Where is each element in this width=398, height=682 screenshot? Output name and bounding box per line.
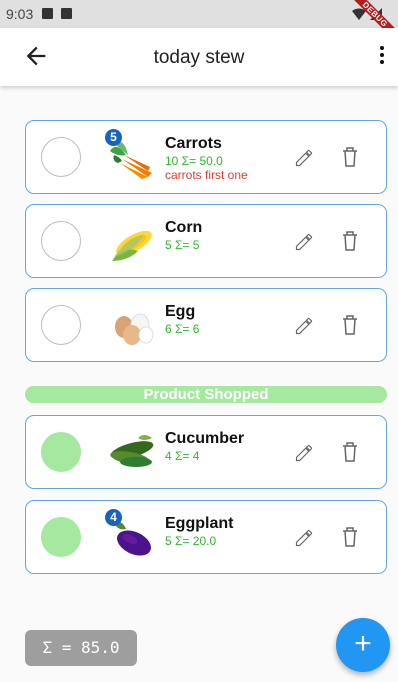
- list-item[interactable]: Cucumber 4 Σ= 4: [25, 415, 387, 489]
- delete-icon[interactable]: [342, 442, 358, 462]
- edit-icon[interactable]: [294, 528, 314, 548]
- item-note: carrots first one: [165, 168, 248, 182]
- edit-icon[interactable]: [294, 316, 314, 336]
- checkbox-circle[interactable]: [41, 432, 81, 472]
- egg-image: [108, 301, 156, 347]
- delete-icon[interactable]: [342, 231, 358, 251]
- notification-icons: [42, 8, 72, 19]
- item-quantity: 10 Σ= 50.0: [165, 154, 223, 168]
- checkbox-circle[interactable]: [41, 137, 81, 177]
- item-name: Eggplant: [165, 515, 234, 532]
- item-quantity: 4 Σ= 4: [165, 449, 200, 463]
- delete-icon[interactable]: [342, 147, 358, 167]
- checkbox-circle[interactable]: [41, 517, 81, 557]
- status-time: 9:03: [6, 6, 34, 22]
- item-name: Corn: [165, 219, 203, 236]
- list-item[interactable]: Egg 6 Σ= 6: [25, 288, 387, 362]
- sd-card-icon: [61, 8, 72, 19]
- list-item[interactable]: Corn 5 Σ= 5: [25, 204, 387, 278]
- count-badge: 5: [105, 129, 122, 146]
- item-name: Carrots: [165, 135, 222, 152]
- checkbox-circle[interactable]: [41, 305, 81, 345]
- edit-icon[interactable]: [294, 148, 314, 168]
- item-quantity: 6 Σ= 6: [165, 322, 200, 336]
- shopped-section-header: Product Shopped: [25, 386, 387, 403]
- carrot-image: 5: [105, 129, 156, 179]
- app-bar: today stew: [0, 28, 398, 86]
- edit-icon[interactable]: [294, 232, 314, 252]
- more-vert-icon[interactable]: [378, 46, 386, 68]
- eggplant-image: 4: [105, 509, 156, 559]
- delete-icon[interactable]: [342, 315, 358, 335]
- page-title: today stew: [153, 47, 245, 68]
- count-badge: 4: [105, 509, 122, 526]
- notification-a-icon: [42, 8, 53, 19]
- list-item[interactable]: 5 Carrots 10 Σ= 50.0 carrots first one: [25, 120, 387, 194]
- delete-icon[interactable]: [342, 527, 358, 547]
- total-sum: Σ = 85.0: [25, 630, 137, 666]
- edit-icon[interactable]: [294, 443, 314, 463]
- corn-image: [108, 217, 156, 263]
- list-item[interactable]: 4 Eggplant 5 Σ= 20.0: [25, 500, 387, 574]
- item-quantity: 5 Σ= 5: [165, 238, 200, 252]
- item-name: Egg: [165, 303, 196, 320]
- item-quantity: 5 Σ= 20.0: [165, 534, 217, 548]
- item-name: Cucumber: [165, 430, 245, 447]
- add-item-button[interactable]: +: [336, 618, 390, 672]
- status-bar: 9:03: [0, 0, 398, 28]
- cucumber-image: [108, 428, 156, 474]
- checkbox-circle[interactable]: [41, 221, 81, 261]
